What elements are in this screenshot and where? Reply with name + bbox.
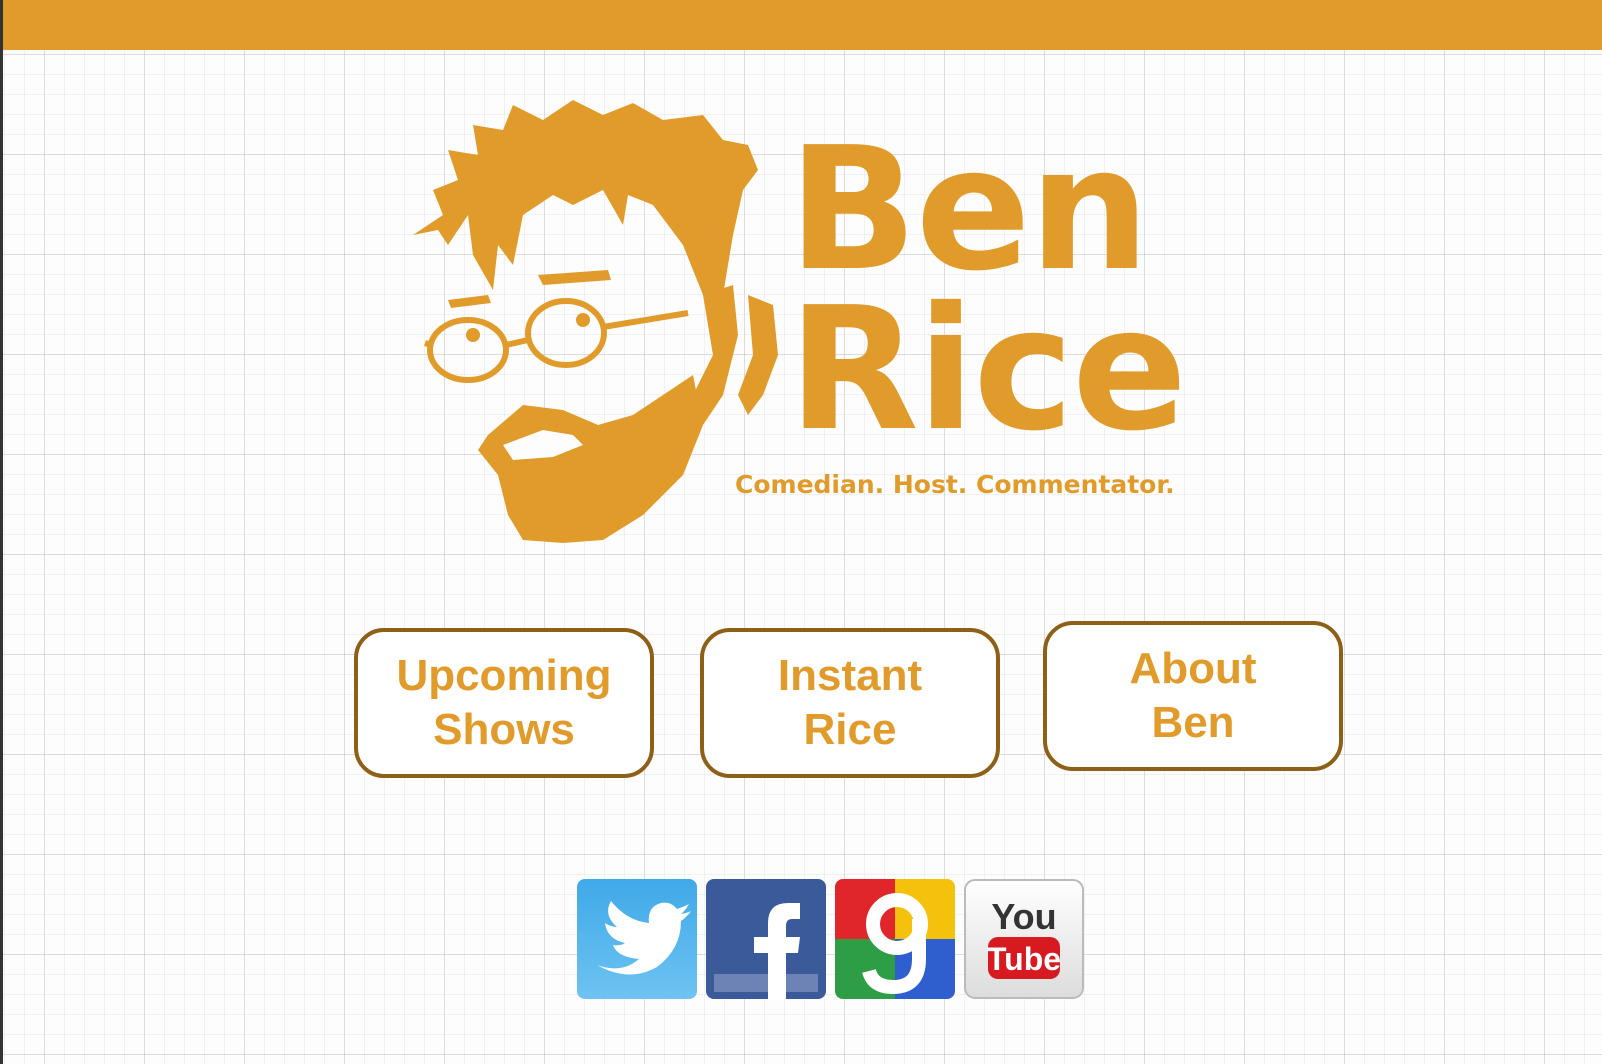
instant-rice-button[interactable]: Instant Rice — [700, 628, 1000, 778]
svg-text:You: You — [991, 896, 1056, 937]
about-ben-button[interactable]: About Ben — [1043, 621, 1343, 771]
twitter-icon — [577, 879, 697, 999]
youtube-icon: You Tube — [964, 879, 1084, 999]
youtube-link[interactable]: You Tube — [964, 879, 1084, 999]
upcoming-shows-button[interactable]: Upcoming Shows — [354, 628, 654, 778]
about-ben-label: About Ben — [1129, 644, 1257, 747]
facebook-link[interactable] — [706, 879, 826, 999]
svg-text:Tube: Tube — [987, 941, 1061, 977]
top-bar — [3, 0, 1602, 50]
google-plus-icon — [835, 879, 955, 999]
google-link[interactable] — [835, 879, 955, 999]
upcoming-shows-label: Upcoming Shows — [396, 651, 612, 754]
instant-rice-label: Instant Rice — [777, 651, 923, 754]
facebook-icon — [706, 879, 826, 999]
tagline: Comedian. Host. Commentator. — [735, 470, 1175, 499]
site-logo[interactable]: Ben Rice Comedian. Host. Commentator. — [403, 95, 1187, 555]
brand-first-name: Ben — [788, 111, 1150, 309]
twitter-link[interactable] — [577, 879, 697, 999]
brand-last-name: Rice — [788, 271, 1187, 469]
